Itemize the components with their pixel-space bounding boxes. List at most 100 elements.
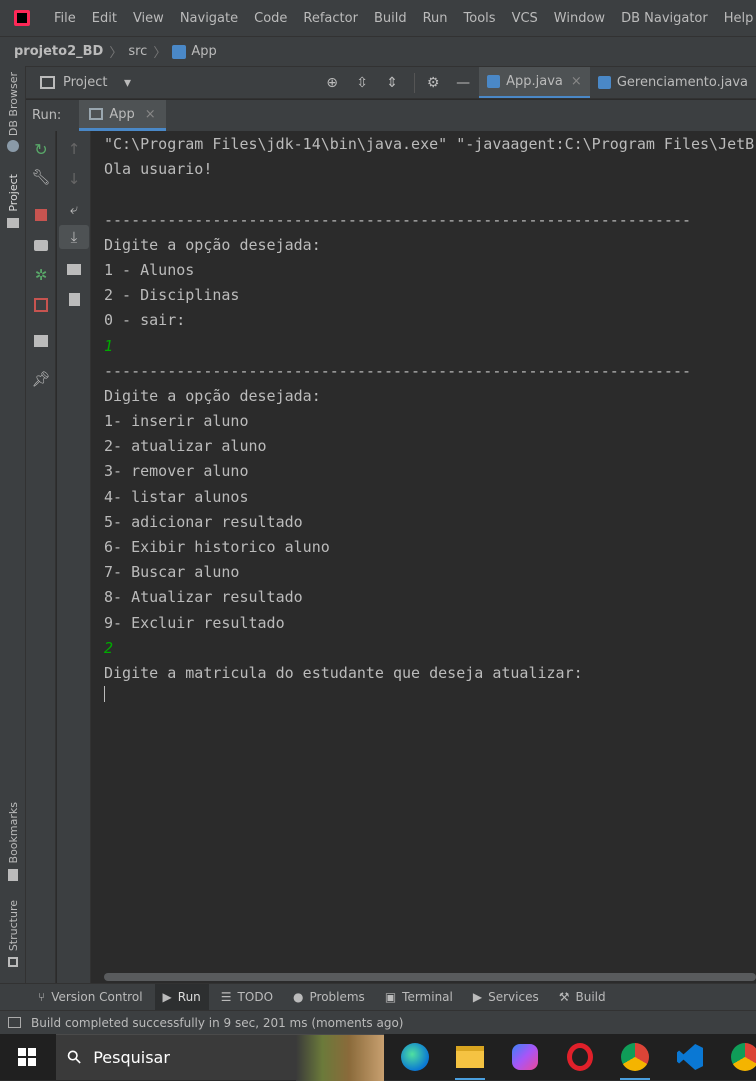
breadcrumb-project[interactable]: projeto2_BD xyxy=(14,44,103,59)
chrome-profile-icon[interactable] xyxy=(730,1042,756,1072)
edge-icon[interactable] xyxy=(400,1042,430,1072)
layout-icon[interactable] xyxy=(26,329,56,353)
menu-file[interactable]: File xyxy=(54,11,76,26)
trash-icon[interactable] xyxy=(59,287,89,311)
rerun-icon[interactable]: ↻ xyxy=(26,137,56,161)
status-bar: Build completed successfully in 9 sec, 2… xyxy=(0,1010,756,1034)
menu-code[interactable]: Code xyxy=(254,11,287,26)
tab-label: Terminal xyxy=(402,990,453,1004)
file-explorer-icon[interactable] xyxy=(455,1042,485,1080)
run-tab-app[interactable]: App × xyxy=(79,100,166,131)
divider xyxy=(414,72,416,93)
print-icon[interactable] xyxy=(59,257,89,281)
tab-gerenciamento-java[interactable]: Gerenciamento.java xyxy=(590,67,756,98)
locate-icon[interactable]: ⊕ xyxy=(324,75,340,91)
windows-start-icon[interactable] xyxy=(18,1048,36,1066)
stop-icon[interactable] xyxy=(26,203,56,227)
menu-help[interactable]: Help xyxy=(724,11,754,26)
gear-icon[interactable]: ⚙ xyxy=(425,75,441,91)
intellij-logo-icon xyxy=(14,10,30,26)
copilot-icon[interactable] xyxy=(510,1042,540,1072)
collapse-all-icon[interactable]: ⇕ xyxy=(384,75,400,91)
menu-tools[interactable]: Tools xyxy=(464,11,496,26)
chrome-icon[interactable] xyxy=(620,1042,650,1080)
menu-edit[interactable]: Edit xyxy=(92,11,117,26)
project-panel-icon xyxy=(40,76,55,89)
tab-problems[interactable]: ● Problems xyxy=(285,984,373,1010)
tab-build[interactable]: ⚒ Build xyxy=(551,984,614,1010)
tab-label: Version Control xyxy=(51,990,143,1004)
soft-wrap-icon[interactable]: ⤶ xyxy=(59,197,89,221)
breadcrumb-folder[interactable]: src xyxy=(128,44,147,59)
tab-label: Services xyxy=(488,990,539,1004)
console-output-line xyxy=(104,182,756,207)
search-box[interactable]: ⚲ Pesquisar xyxy=(56,1034,384,1081)
search-icon: ⚲ xyxy=(62,1045,87,1070)
console-output-line: 5- adicionar resultado xyxy=(104,512,303,531)
arrow-up-icon[interactable]: ↑ xyxy=(59,137,89,161)
folder-icon xyxy=(7,217,19,228)
console-input-line: 2 xyxy=(104,638,114,657)
camera-icon[interactable] xyxy=(26,233,56,257)
console-output[interactable]: "C:\Program Files\jdk-14\bin\java.exe" "… xyxy=(92,131,756,983)
wrench-icon[interactable]: 🔧︎ xyxy=(26,165,56,189)
tab-label: TODO xyxy=(237,990,274,1004)
db-browser-tab[interactable]: DB Browser xyxy=(0,72,26,153)
tab-terminal[interactable]: ▣ Terminal xyxy=(377,984,461,1010)
opera-icon[interactable] xyxy=(565,1042,595,1072)
menu-db-navigator[interactable]: DB Navigator xyxy=(621,11,708,26)
left-tool-strip: DB Browser Project Bookmarks Structure xyxy=(0,66,26,983)
chevron-down-icon[interactable]: ▾ xyxy=(119,75,135,91)
tab-todo[interactable]: ☰ TODO xyxy=(213,984,281,1010)
windows-taskbar: ⚲ Pesquisar xyxy=(0,1034,756,1081)
minimize-icon[interactable]: — xyxy=(455,75,471,91)
play-icon: ▶ xyxy=(162,990,172,1004)
java-class-icon xyxy=(172,44,187,59)
status-panel-icon[interactable] xyxy=(8,1017,21,1028)
database-icon xyxy=(7,140,19,153)
tab-services[interactable]: ▶ Services xyxy=(465,984,547,1010)
tab-label: Run xyxy=(177,990,201,1004)
db-browser-label: DB Browser xyxy=(6,72,20,137)
search-placeholder: Pesquisar xyxy=(93,1048,170,1067)
tab-version-control[interactable]: ⑂ Version Control xyxy=(30,984,151,1010)
console-output-line: ----------------------------------------… xyxy=(104,210,691,229)
console-output-line: 9- Excluir resultado xyxy=(104,613,285,632)
horizontal-scrollbar[interactable] xyxy=(104,973,756,981)
arrow-down-icon[interactable]: ↓ xyxy=(59,167,89,191)
console-output-line: 2 - Disciplinas xyxy=(104,286,240,305)
run-actions-strip: ↻ 🔧︎ ✲ 📌︎ xyxy=(26,131,56,983)
console-output-line: ----------------------------------------… xyxy=(104,361,691,380)
close-icon[interactable]: × xyxy=(145,107,156,122)
scroll-to-end-icon[interactable]: ⤓ xyxy=(59,225,89,249)
close-icon[interactable]: × xyxy=(571,74,582,89)
console-output-line: 4- listar alunos xyxy=(104,487,249,506)
project-view-dropdown[interactable]: Project xyxy=(63,75,107,90)
menu-vcs[interactable]: VCS xyxy=(512,11,538,26)
vscode-icon[interactable] xyxy=(675,1042,705,1072)
project-tab[interactable]: Project xyxy=(0,174,26,228)
exit-icon[interactable] xyxy=(26,293,56,317)
menu-build[interactable]: Build xyxy=(374,11,407,26)
run-toolwindow-header: Run: App × xyxy=(26,100,756,131)
pin-icon[interactable]: 📌︎ xyxy=(26,367,56,391)
tab-app-java[interactable]: App.java × xyxy=(479,67,590,98)
tab-run[interactable]: ▶ Run xyxy=(154,984,209,1010)
bookmarks-tab[interactable]: Bookmarks xyxy=(0,802,26,882)
services-icon: ▶ xyxy=(472,990,483,1004)
console-output-line: Digite a matricula do estudante que dese… xyxy=(104,663,583,682)
console-caret[interactable] xyxy=(104,686,105,703)
console-output-line: 1 - Alunos xyxy=(104,260,195,279)
menu-run[interactable]: Run xyxy=(423,11,448,26)
expand-all-icon[interactable]: ⇳ xyxy=(354,75,370,91)
project-label: Project xyxy=(6,174,20,212)
menu-window[interactable]: Window xyxy=(554,11,605,26)
breadcrumb-file[interactable]: App xyxy=(191,44,216,59)
debug-icon[interactable]: ✲ xyxy=(26,263,56,287)
menu-refactor[interactable]: Refactor xyxy=(303,11,358,26)
menu-bar: File Edit View Navigate Code Refactor Bu… xyxy=(0,0,756,36)
list-icon: ☰ xyxy=(220,990,232,1004)
menu-view[interactable]: View xyxy=(133,11,164,26)
structure-tab[interactable]: Structure xyxy=(0,900,26,968)
menu-navigate[interactable]: Navigate xyxy=(180,11,238,26)
